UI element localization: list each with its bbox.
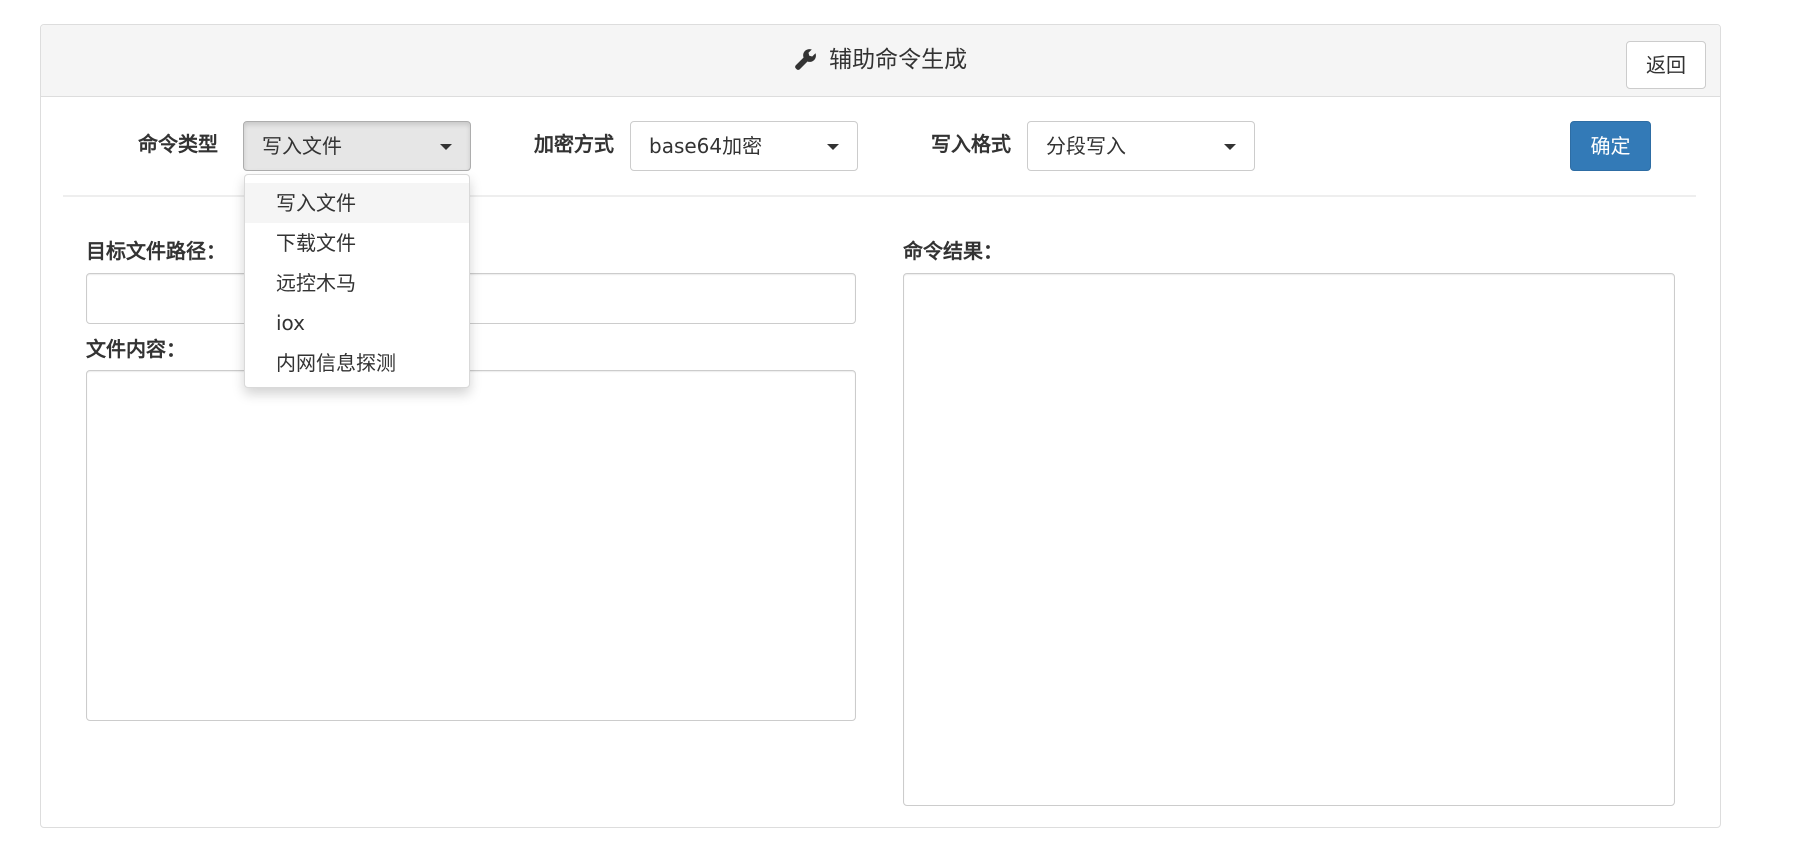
file-content-label: 文件内容： bbox=[86, 337, 186, 361]
dropdown-item-remote-trojan[interactable]: 远控木马 bbox=[245, 263, 469, 303]
dropdown-item-intranet-probe[interactable]: 内网信息探测 bbox=[245, 343, 469, 383]
encrypt-select[interactable]: base64加密 bbox=[630, 121, 858, 171]
write-format-value: 分段写入 bbox=[1046, 134, 1126, 158]
target-path-input[interactable] bbox=[86, 273, 856, 324]
write-format-select[interactable]: 分段写入 bbox=[1027, 121, 1255, 171]
confirm-button[interactable]: 确定 bbox=[1570, 121, 1651, 171]
dropdown-item-download-file[interactable]: 下载文件 bbox=[245, 223, 469, 263]
chevron-down-icon bbox=[1224, 144, 1236, 150]
command-type-label: 命令类型 bbox=[138, 132, 218, 156]
chevron-down-icon bbox=[440, 144, 452, 150]
back-button[interactable]: 返回 bbox=[1626, 41, 1706, 89]
encrypt-label: 加密方式 bbox=[534, 132, 614, 156]
wrench-icon bbox=[794, 47, 829, 73]
result-label: 命令结果： bbox=[903, 239, 1003, 263]
dropdown-item-write-file[interactable]: 写入文件 bbox=[245, 183, 469, 223]
command-type-value: 写入文件 bbox=[262, 134, 342, 158]
file-content-textarea[interactable] bbox=[86, 370, 856, 721]
target-path-label: 目标文件路径： bbox=[86, 239, 226, 263]
command-type-select[interactable]: 写入文件 bbox=[243, 121, 471, 171]
chevron-down-icon bbox=[827, 144, 839, 150]
write-format-label: 写入格式 bbox=[931, 132, 1011, 156]
panel-heading: 辅助命令生成 返回 bbox=[41, 25, 1720, 97]
encrypt-value: base64加密 bbox=[649, 134, 763, 158]
command-type-dropdown: 写入文件 下载文件 远控木马 iox 内网信息探测 bbox=[244, 174, 470, 388]
dropdown-item-iox[interactable]: iox bbox=[245, 303, 469, 343]
page-title-wrap: 辅助命令生成 bbox=[41, 45, 1720, 75]
result-textarea[interactable] bbox=[903, 273, 1675, 806]
page-title: 辅助命令生成 bbox=[829, 47, 968, 73]
